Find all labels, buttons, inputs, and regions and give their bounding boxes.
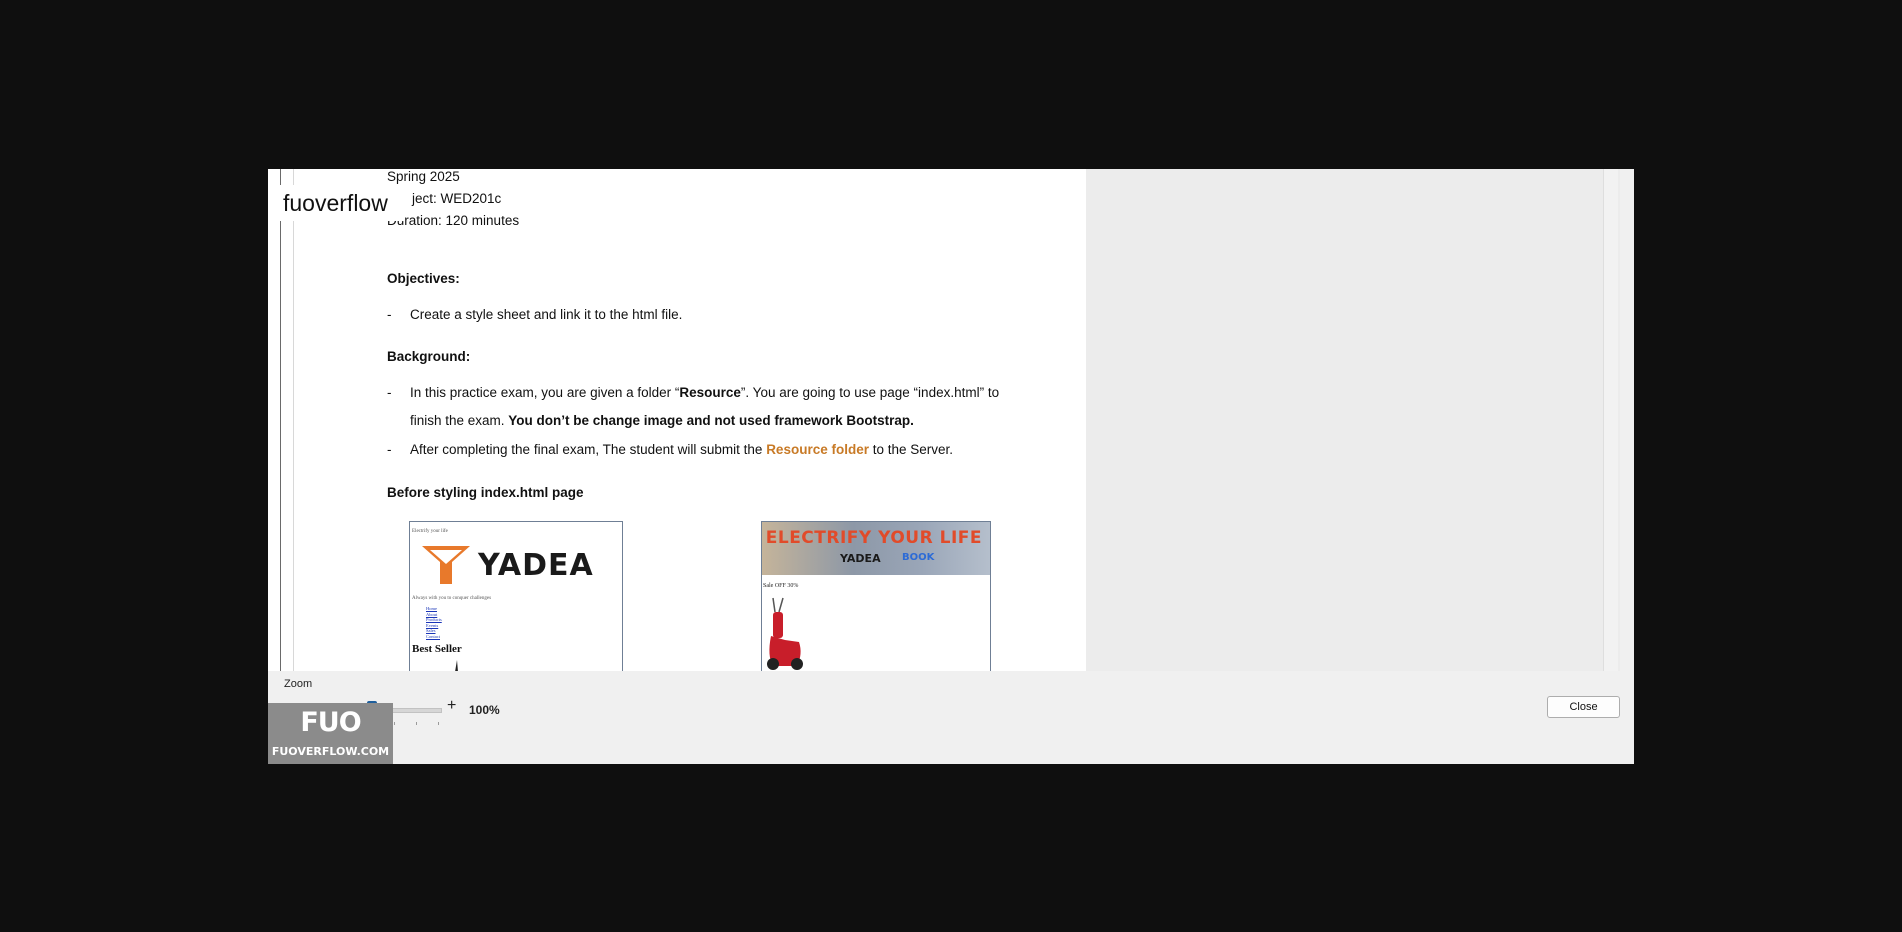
zoom-label: Zoom <box>284 678 313 690</box>
background-item-2: - After completing the final exam, The s… <box>387 442 953 457</box>
slider-tick <box>416 722 417 725</box>
shot-best-seller: Best Seller <box>412 643 462 655</box>
bullet-dash: - <box>387 307 392 322</box>
document-viewer-dialog: Spring 2025 ject: WED201c Duration: 120 … <box>268 169 1634 764</box>
yadea-logo-text: YADEA <box>478 548 594 583</box>
banner-title: ELECTRIFY YOUR LIFE <box>765 528 982 548</box>
bullet-dash: - <box>387 385 392 400</box>
text-part: to the Server. <box>868 442 954 457</box>
background-item-1-text: In this practice exam, you are given a f… <box>410 385 999 400</box>
text-part: After completing the final exam, The stu… <box>410 442 767 457</box>
yadea-emblem-icon <box>422 546 470 584</box>
margin-line <box>280 169 281 671</box>
before-styling-heading: Before styling index.html page <box>387 485 584 500</box>
objectives-item-text: Create a style sheet and link it to the … <box>410 307 683 322</box>
banner-brand: YADEA <box>840 552 881 565</box>
text-bold-rule: You don’t be change image and not used f… <box>508 413 914 428</box>
document-viewport[interactable]: Spring 2025 ject: WED201c Duration: 120 … <box>268 169 1620 671</box>
fuoverflow-watermark: FUO FUOVERFLOW.COM <box>268 703 393 764</box>
background-item-1-line2: finish the exam. You don’t be change ima… <box>410 413 914 428</box>
text-part: ”. You are going to use page “index.html… <box>740 385 1000 400</box>
shot-nav-link: Contact <box>426 633 440 639</box>
background-item-2-text: After completing the final exam, The stu… <box>410 442 953 457</box>
slider-tick <box>394 722 395 725</box>
background-item-1: - In this practice exam, you are given a… <box>387 385 999 400</box>
shot-nav-link: Products <box>426 617 442 622</box>
shot-nav-links: Home About Products Events Sales Contact <box>426 606 442 639</box>
zoom-percent: 100% <box>469 703 500 717</box>
bullet-dash: - <box>387 442 392 457</box>
banner-brand-2: BOOK <box>902 552 935 563</box>
document-page: Spring 2025 ject: WED201c Duration: 120 … <box>268 169 1086 671</box>
text-part: finish the exam. <box>410 413 509 428</box>
slider-tick <box>438 722 439 725</box>
header-term: Spring 2025 <box>387 169 460 184</box>
text-part: In this practice exam, you are given a f… <box>410 385 680 400</box>
screenshot-before-left: Electrify your life YADEA Always with yo… <box>409 521 623 671</box>
fuoverflow-label: fuoverflow <box>277 185 405 221</box>
watermark-logo: FUO <box>300 707 361 738</box>
header-duration: Duration: 120 minutes <box>387 213 520 228</box>
objectives-heading: Objectives: <box>387 271 460 286</box>
header-subject: ject: WED201c <box>412 191 502 206</box>
shot-sale-text: Sale OFF 30% <box>763 583 799 589</box>
shot-tagline: Always with you to conquer challenges <box>412 596 492 601</box>
zoom-in-button[interactable]: + <box>447 697 456 715</box>
screenshot-before-right: ELECTRIFY YOUR LIFE YADEA BOOK Sale OFF … <box>761 521 991 671</box>
text-bold-resource: Resource <box>679 385 741 400</box>
scooter-fragment-icon <box>455 660 458 671</box>
vertical-scrollbar[interactable] <box>1603 169 1618 671</box>
shot-banner: ELECTRIFY YOUR LIFE YADEA BOOK <box>762 522 990 575</box>
watermark-text: FUOVERFLOW.COM <box>271 745 390 758</box>
shot-top-text: Electrify your life <box>412 529 448 534</box>
objectives-item: - Create a style sheet and link it to th… <box>387 307 682 322</box>
text-orange-resource-folder: Resource folder <box>766 442 869 457</box>
close-button[interactable]: Close <box>1547 696 1620 718</box>
background-heading: Background: <box>387 349 471 364</box>
yadea-logo: YADEA <box>420 542 610 587</box>
margin-line-light <box>293 169 294 671</box>
scooter-image-icon <box>767 597 803 670</box>
